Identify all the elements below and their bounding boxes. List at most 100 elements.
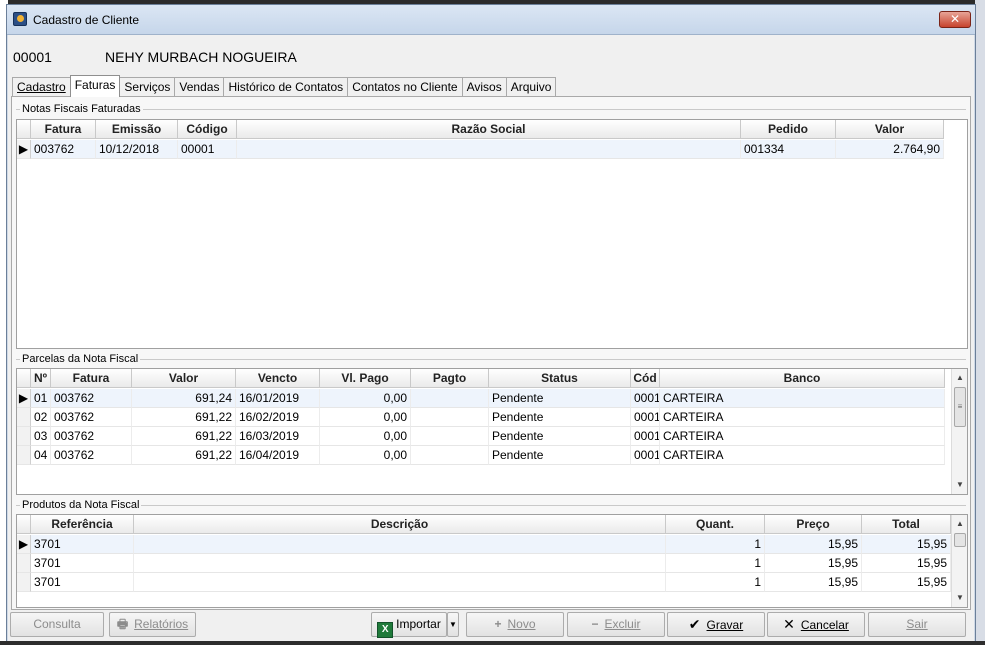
scroll-up-icon[interactable]: ▲ — [952, 515, 967, 532]
col-razao-social[interactable]: Razão Social — [237, 120, 741, 139]
cell-numero: 02 — [31, 408, 51, 427]
tab-arquivo[interactable]: Arquivo — [505, 77, 557, 97]
col-valor[interactable]: Valor — [836, 120, 944, 139]
cell-total: 15,95 — [862, 573, 951, 592]
excluir-button[interactable]: − Excluir — [567, 612, 665, 637]
table-row[interactable]: ▶ 3701 1 15,95 15,95 — [17, 535, 951, 554]
produtos-scrollbar[interactable]: ▲ ▼ — [951, 515, 967, 607]
notas-group-label: Notas Fiscais Faturadas — [20, 103, 143, 115]
col-cod[interactable]: Cód — [631, 369, 660, 388]
client-code: 00001 — [13, 49, 52, 65]
close-button[interactable]: ✕ — [939, 11, 971, 28]
tab-avisos[interactable]: Avisos — [461, 77, 507, 97]
group-divider — [16, 505, 966, 506]
col-valor[interactable]: Valor — [132, 369, 236, 388]
parcelas-scrollbar[interactable]: ▲ ≡ ▼ — [951, 369, 967, 494]
tab-cadastro[interactable]: Cadastro — [12, 77, 71, 97]
indicator-header — [17, 120, 31, 139]
col-codigo[interactable]: Código — [178, 120, 237, 139]
title-bar[interactable]: Cadastro de Cliente ✕ — [7, 5, 975, 35]
cell-pagto — [411, 408, 489, 427]
table-row[interactable]: ▶ 003762 10/12/2018 00001 001334 2.764,9… — [17, 140, 944, 159]
table-row[interactable]: 03 003762 691,22 16/03/2019 0,00 Pendent… — [17, 427, 945, 446]
col-preco[interactable]: Preço — [765, 515, 862, 534]
row-indicator — [17, 408, 31, 427]
col-vencto[interactable]: Vencto — [236, 369, 320, 388]
cell-banco: CARTEIRA — [660, 408, 945, 427]
importar-button[interactable]: X Importar — [371, 612, 447, 638]
col-pagto[interactable]: Pagto — [411, 369, 489, 388]
cell-valor: 2.764,90 — [836, 140, 944, 159]
relatorios-button[interactable]: 🖶 Relatórios — [109, 612, 196, 637]
row-pointer-icon: ▶ — [17, 535, 31, 554]
cell-valor: 691,22 — [132, 408, 236, 427]
col-status[interactable]: Status — [489, 369, 631, 388]
col-quant[interactable]: Quant. — [666, 515, 765, 534]
col-total[interactable]: Total — [862, 515, 951, 534]
scroll-up-icon[interactable]: ▲ — [952, 369, 967, 386]
col-fatura[interactable]: Fatura — [51, 369, 132, 388]
cell-cod: 0001 — [631, 446, 660, 465]
tab-contatos-cliente[interactable]: Contatos no Cliente — [347, 77, 463, 97]
table-row[interactable]: 3701 1 15,95 15,95 — [17, 573, 951, 592]
cell-descricao — [134, 535, 666, 554]
importar-dropdown-button[interactable]: ▼ — [447, 612, 459, 637]
cell-cod: 0001 — [631, 408, 660, 427]
cancelar-button[interactable]: ✕ Cancelar — [767, 612, 865, 637]
novo-button[interactable]: + Novo — [466, 612, 564, 637]
cell-fatura: 003762 — [51, 408, 132, 427]
minus-icon: − — [591, 617, 599, 631]
cell-referencia: 3701 — [31, 535, 134, 554]
cell-vencto: 16/03/2019 — [236, 427, 320, 446]
col-banco[interactable]: Banco — [660, 369, 945, 388]
parcelas-grid[interactable]: Nº Fatura Valor Vencto Vl. Pago Pagto St… — [16, 368, 968, 495]
cell-total: 15,95 — [862, 535, 951, 554]
chevron-down-icon: ▼ — [449, 620, 457, 629]
col-emissao[interactable]: Emissão — [96, 120, 178, 139]
table-row[interactable]: 02 003762 691,22 16/02/2019 0,00 Pendent… — [17, 408, 945, 427]
sair-button[interactable]: Sair — [868, 612, 966, 637]
indicator-header — [17, 369, 31, 388]
excel-icon: X — [377, 622, 394, 638]
col-pedido[interactable]: Pedido — [741, 120, 836, 139]
cell-pagto — [411, 389, 489, 408]
table-row[interactable]: 3701 1 15,95 15,95 — [17, 554, 951, 573]
notas-grid[interactable]: Fatura Emissão Código Razão Social Pedid… — [16, 119, 968, 349]
cell-status: Pendente — [489, 408, 631, 427]
scroll-down-icon[interactable]: ▼ — [952, 476, 967, 493]
col-numero[interactable]: Nº — [31, 369, 51, 388]
table-row[interactable]: 04 003762 691,22 16/04/2019 0,00 Pendent… — [17, 446, 945, 465]
col-fatura[interactable]: Fatura — [31, 120, 96, 139]
table-row[interactable]: ▶ 01 003762 691,24 16/01/2019 0,00 Pende… — [17, 389, 945, 408]
indicator-header — [17, 515, 31, 534]
cell-status: Pendente — [489, 446, 631, 465]
app-icon — [13, 12, 27, 26]
col-vl-pago[interactable]: Vl. Pago — [320, 369, 411, 388]
tab-faturas[interactable]: Faturas — [69, 75, 121, 97]
cell-numero: 01 — [31, 389, 51, 408]
cell-razao-social — [237, 140, 741, 159]
tab-vendas[interactable]: Vendas — [174, 77, 225, 97]
cell-descricao — [134, 554, 666, 573]
scroll-down-icon[interactable]: ▼ — [952, 589, 967, 606]
cell-vencto: 16/04/2019 — [236, 446, 320, 465]
gravar-button[interactable]: ✔ Gravar — [667, 612, 765, 637]
group-divider — [16, 109, 966, 110]
cell-valor: 691,24 — [132, 389, 236, 408]
scroll-thumb[interactable] — [954, 533, 966, 547]
row-indicator — [17, 446, 31, 465]
taskbar-edge — [0, 641, 985, 645]
excluir-label: Excluir — [604, 617, 641, 631]
cell-emissao: 10/12/2018 — [96, 140, 178, 159]
sair-label: Sair — [906, 617, 928, 631]
row-indicator — [17, 554, 31, 573]
produtos-grid[interactable]: Referência Descrição Quant. Preço Total … — [16, 514, 968, 608]
consulta-button[interactable]: Consulta — [10, 612, 104, 637]
col-descricao[interactable]: Descrição — [134, 515, 666, 534]
tab-historico-contatos[interactable]: Histórico de Contatos — [223, 77, 349, 97]
scroll-thumb[interactable]: ≡ — [954, 387, 966, 427]
cell-quant: 1 — [666, 573, 765, 592]
consulta-label: Consulta — [33, 617, 81, 631]
col-referencia[interactable]: Referência — [31, 515, 134, 534]
tab-servicos[interactable]: Serviços — [119, 77, 176, 97]
